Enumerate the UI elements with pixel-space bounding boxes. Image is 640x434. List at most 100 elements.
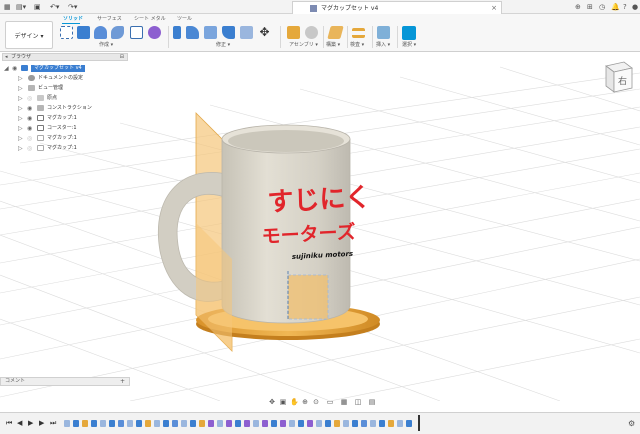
sketch-profile[interactable]: [287, 274, 329, 320]
timeline-feature[interactable]: [109, 420, 115, 427]
visibility-eye-icon[interactable]: ◉: [27, 105, 32, 112]
move-copy-icon[interactable]: ✥: [258, 26, 271, 39]
timeline-feature[interactable]: [226, 420, 232, 427]
timeline-feature[interactable]: [388, 420, 394, 427]
timeline-feature[interactable]: [325, 420, 331, 427]
timeline-feature[interactable]: [172, 420, 178, 427]
browser-root[interactable]: ◢ ◉ マグカップセット v4: [4, 64, 100, 73]
zoom-icon[interactable]: ⊕: [301, 398, 309, 406]
tab-sheet-metal[interactable]: シート メタル: [134, 16, 166, 22]
go-to-end-icon[interactable]: ⏭: [50, 419, 56, 428]
timeline-feature[interactable]: [64, 420, 70, 427]
fit-icon[interactable]: ⊙: [312, 398, 320, 406]
inspect-group-label[interactable]: 検査 ▾: [350, 42, 364, 48]
expand-triangle-icon[interactable]: ▷: [18, 125, 23, 132]
expand-triangle-icon[interactable]: ▷: [18, 75, 23, 82]
grid-settings-icon[interactable]: ▦: [340, 398, 348, 406]
browser-item-mug-1[interactable]: ▷ ◉ マグカップ:1: [18, 114, 98, 123]
timeline-feature[interactable]: [199, 420, 205, 427]
tab-solid[interactable]: ソリッド: [63, 16, 83, 22]
timeline-feature[interactable]: [91, 420, 97, 427]
redo-icon[interactable]: ↷▾: [68, 2, 77, 12]
timeline-feature[interactable]: [235, 420, 241, 427]
modify-group-label[interactable]: 修正 ▾: [216, 42, 230, 48]
close-tab-icon[interactable]: ×: [491, 3, 497, 13]
joint-icon[interactable]: [305, 26, 318, 39]
insert-image-icon[interactable]: [377, 26, 390, 39]
timeline-feature[interactable]: [163, 420, 169, 427]
timeline-feature[interactable]: [82, 420, 88, 427]
browser-header[interactable]: ◂ ブラウザ ⊟: [2, 53, 128, 61]
timeline-feature[interactable]: [280, 420, 286, 427]
timeline-feature[interactable]: [298, 420, 304, 427]
step-back-icon[interactable]: ◀: [17, 419, 22, 428]
timeline-feature[interactable]: [73, 420, 79, 427]
browser-item-coaster-1[interactable]: ▷ ◉ コースター:1: [18, 124, 98, 133]
timeline-feature[interactable]: [289, 420, 295, 427]
assemble-group-label[interactable]: アセンブリ ▾: [289, 42, 318, 48]
timeline-feature[interactable]: [334, 420, 340, 427]
play-icon[interactable]: ▶: [28, 419, 33, 428]
extrude-icon[interactable]: [77, 26, 90, 39]
shell-icon[interactable]: [222, 26, 235, 39]
job-status-icon[interactable]: ◷: [599, 2, 605, 12]
expand-triangle-icon[interactable]: ▷: [18, 85, 23, 92]
timeline-feature[interactable]: [118, 420, 124, 427]
timeline-feature[interactable]: [253, 420, 259, 427]
timeline-feature[interactable]: [379, 420, 385, 427]
undo-icon[interactable]: ↶▾: [50, 2, 59, 12]
user-avatar[interactable]: ●: [632, 2, 638, 12]
fillet-icon[interactable]: [186, 26, 199, 39]
file-menu-icon[interactable]: ▤▾: [16, 2, 26, 12]
timeline-feature[interactable]: [370, 420, 376, 427]
construct-group-label[interactable]: 構築 ▾: [326, 42, 340, 48]
expand-triangle-icon[interactable]: ▷: [18, 115, 23, 122]
help-icon[interactable]: ?: [623, 2, 627, 12]
view-cube[interactable]: 右: [598, 56, 638, 96]
sweep-icon[interactable]: [111, 26, 124, 39]
browser-item-mug-2[interactable]: ▷ ◎ マグカップ:1: [18, 134, 98, 143]
timeline-feature[interactable]: [136, 420, 142, 427]
document-tab[interactable]: マグカップセット v4 ×: [292, 1, 502, 14]
expand-triangle-icon[interactable]: ▷: [18, 105, 23, 112]
timeline-feature[interactable]: [397, 420, 403, 427]
notifications-icon[interactable]: 🔔: [611, 2, 620, 12]
visibility-eye-icon[interactable]: ◉: [27, 125, 32, 132]
new-tab-icon[interactable]: ⊕: [575, 2, 581, 12]
timeline-feature[interactable]: [244, 420, 250, 427]
timeline-feature[interactable]: [181, 420, 187, 427]
look-at-icon[interactable]: ▣: [279, 398, 287, 406]
display-settings-icon[interactable]: ▭: [326, 398, 334, 406]
create-group-label[interactable]: 作成 ▾: [99, 42, 113, 48]
timeline-feature[interactable]: [406, 420, 412, 427]
extensions-icon[interactable]: ⊞: [587, 2, 593, 12]
viewports-icon[interactable]: ◫: [354, 398, 362, 406]
workspace-switcher-button[interactable]: デザイン ▾: [5, 21, 53, 49]
expand-triangle-icon[interactable]: ▷: [18, 135, 23, 142]
expand-triangle-icon[interactable]: ▷: [18, 95, 23, 102]
create-sketch-icon[interactable]: [60, 26, 73, 39]
pan-icon[interactable]: ✋: [290, 398, 299, 406]
add-comment-icon[interactable]: +: [120, 378, 125, 385]
pin-icon[interactable]: ⊟: [120, 54, 124, 61]
visibility-eye-icon[interactable]: ◎: [27, 145, 32, 152]
browser-item-construction[interactable]: ▷ ◉ コンストラクション: [18, 104, 98, 113]
timeline-feature[interactable]: [208, 420, 214, 427]
browser-item-origin[interactable]: ▷ ◎ 原点: [18, 94, 98, 103]
collapse-icon[interactable]: ◂: [5, 54, 8, 61]
measure-icon[interactable]: [352, 28, 365, 38]
timeline-feature[interactable]: [154, 420, 160, 427]
visibility-eye-icon[interactable]: ◎: [27, 95, 32, 102]
step-forward-icon[interactable]: ▶: [39, 419, 44, 428]
timeline-feature[interactable]: [343, 420, 349, 427]
tab-surface[interactable]: サーフェス: [97, 16, 122, 22]
comments-panel[interactable]: コメント +: [0, 377, 130, 386]
timeline-feature[interactable]: [271, 420, 277, 427]
browser-item-document-settings[interactable]: ▷ ドキュメントの設定: [18, 74, 98, 83]
offset-plane-icon[interactable]: [327, 26, 344, 39]
timeline-feature[interactable]: [190, 420, 196, 427]
form-icon[interactable]: [148, 26, 161, 39]
box-icon[interactable]: [130, 26, 143, 39]
timeline-marker[interactable]: [418, 415, 420, 431]
timeline-settings-icon[interactable]: ⚙: [628, 419, 635, 428]
